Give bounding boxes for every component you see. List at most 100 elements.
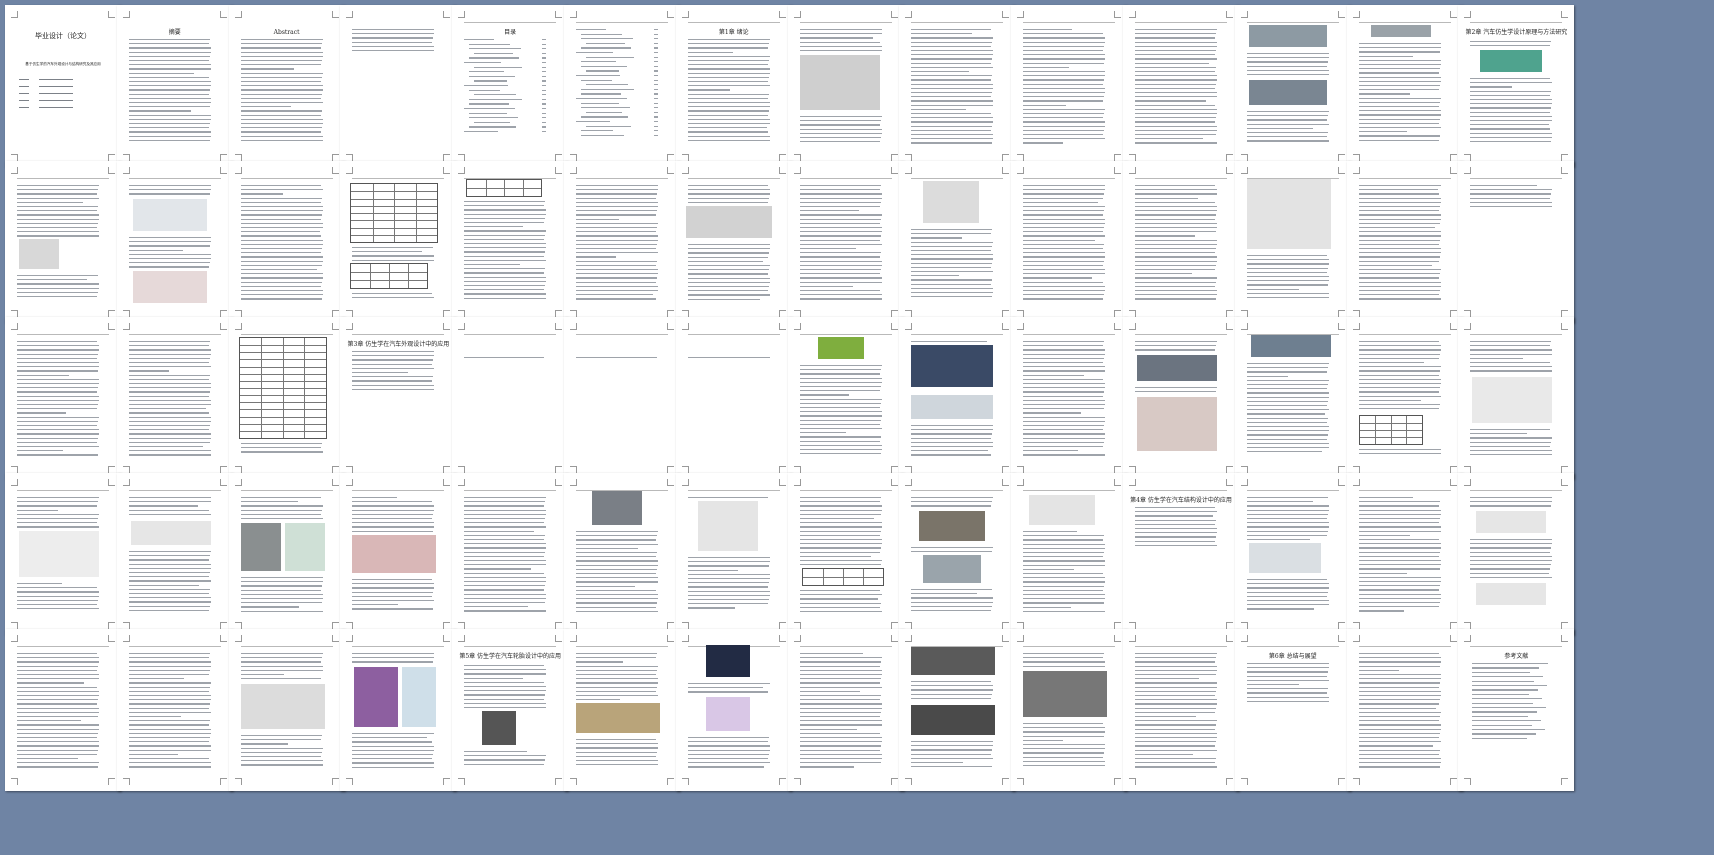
page-thumbnail[interactable]: [452, 473, 569, 635]
page-thumbnail[interactable]: [675, 629, 792, 791]
page-thumbnail[interactable]: [787, 161, 904, 323]
page-thumbnail[interactable]: [340, 161, 457, 323]
page-thumbnail[interactable]: [564, 473, 680, 635]
page-thumbnail[interactable]: [787, 473, 904, 635]
text-line: [17, 657, 99, 659]
text-line: [654, 61, 658, 63]
page-thumbnail[interactable]: [564, 5, 680, 167]
page-thumbnail[interactable]: [116, 317, 233, 479]
text-line: [17, 193, 97, 195]
page-thumbnail[interactable]: [452, 317, 569, 479]
text-line: [17, 231, 99, 233]
page-thumbnail[interactable]: 第3章 仿生学在汽车外观设计中的应用: [340, 317, 457, 479]
page-thumbnail[interactable]: 第4章 仿生学在汽车结构设计中的应用: [1123, 473, 1239, 635]
page-thumbnail[interactable]: [5, 317, 121, 479]
page-thumbnail[interactable]: [1458, 161, 1575, 323]
page-thumbnail[interactable]: [899, 161, 1016, 323]
page-thumbnail[interactable]: [675, 161, 792, 323]
page-thumbnail[interactable]: 目录: [452, 5, 569, 167]
page-thumbnail[interactable]: [228, 629, 345, 791]
page-thumbnail[interactable]: [340, 629, 457, 791]
page-thumbnail[interactable]: [116, 473, 233, 635]
page-thumbnail[interactable]: [899, 317, 1016, 479]
text-line: [464, 501, 546, 503]
text-line: [1358, 72, 1439, 74]
page-thumbnail[interactable]: 第5章 仿生学在汽车轮胎设计中的应用: [452, 629, 569, 791]
text-line: [799, 695, 881, 697]
crop-mark: [346, 466, 354, 473]
page-thumbnail[interactable]: [1011, 161, 1128, 323]
page-thumbnail[interactable]: 第6章 总结与展望: [1234, 629, 1351, 791]
page-thumbnail[interactable]: [1011, 629, 1128, 791]
page-thumbnail[interactable]: [564, 317, 680, 479]
page-thumbnail[interactable]: [564, 629, 680, 791]
page-thumbnail[interactable]: [787, 5, 904, 167]
page-thumbnail[interactable]: 参考文献: [1458, 629, 1575, 791]
page-thumbnail[interactable]: [1346, 629, 1463, 791]
page-thumbnail[interactable]: 第2章 汽车仿生学设计原理与方法研究: [1458, 5, 1575, 167]
page-header-rule: [1358, 490, 1451, 491]
text-line: [911, 262, 993, 264]
page-thumbnail[interactable]: [5, 473, 121, 635]
page-thumbnail[interactable]: [899, 473, 1016, 635]
page-thumbnail[interactable]: [564, 161, 680, 323]
page-thumbnail[interactable]: 第1章 绪论: [675, 5, 792, 167]
text-line: [911, 83, 994, 85]
text-line: [352, 505, 435, 507]
text-line: [240, 497, 321, 499]
crop-mark: [1561, 479, 1569, 486]
page-thumbnail[interactable]: [1234, 5, 1351, 167]
page-thumbnail[interactable]: [228, 473, 345, 635]
page-thumbnail[interactable]: [899, 5, 1016, 167]
page-thumbnail[interactable]: [787, 629, 904, 791]
text-line: [576, 189, 658, 191]
page-thumbnail[interactable]: [1011, 5, 1128, 167]
page-thumbnail[interactable]: [116, 629, 233, 791]
text-line: [1358, 85, 1440, 87]
text-line: [128, 601, 211, 603]
section-title: 第4章 仿生学在汽车结构设计中的应用: [1130, 497, 1232, 504]
text-line: [687, 569, 738, 571]
page-thumbnail[interactable]: [5, 161, 121, 323]
crop-mark: [570, 479, 577, 486]
page-thumbnail[interactable]: [340, 5, 457, 167]
page-thumbnail[interactable]: [228, 161, 345, 323]
page-thumbnail[interactable]: [1234, 161, 1351, 323]
crop-mark: [219, 622, 227, 629]
page-thumbnail[interactable]: [1123, 629, 1239, 791]
page-thumbnail[interactable]: 摘要: [116, 5, 233, 167]
page-thumbnail[interactable]: [1234, 473, 1351, 635]
page-thumbnail[interactable]: [1458, 473, 1575, 635]
page-thumbnail[interactable]: [1458, 317, 1575, 479]
text-line: [911, 100, 994, 102]
text-line: [240, 593, 323, 596]
page-thumbnail[interactable]: [899, 629, 1016, 791]
page-thumbnail[interactable]: [5, 629, 121, 791]
page-thumbnail[interactable]: [1123, 161, 1239, 323]
page-thumbnail[interactable]: [1234, 317, 1351, 479]
page-thumbnail[interactable]: [1346, 473, 1463, 635]
page-thumbnail[interactable]: [1346, 161, 1463, 323]
page-thumbnail[interactable]: [1011, 317, 1128, 479]
page-thumbnail[interactable]: [1011, 473, 1128, 635]
text-line: [799, 653, 863, 655]
page-thumbnail[interactable]: [1346, 317, 1463, 479]
page-thumbnail[interactable]: [1123, 5, 1239, 167]
text-line: [799, 252, 881, 254]
text-line: [1358, 357, 1439, 360]
crop-mark: [793, 635, 801, 642]
page-thumbnail[interactable]: [675, 317, 792, 479]
page-thumbnail[interactable]: [1123, 317, 1239, 479]
text-line: [464, 681, 545, 684]
page-thumbnail[interactable]: [1346, 5, 1463, 167]
page-thumbnail[interactable]: 毕业设计（论文） 基于仿生学的汽车外观设计与结构研究及其应用: [5, 5, 121, 167]
text-line: [799, 285, 853, 288]
page-thumbnail[interactable]: Abstract: [228, 5, 345, 167]
page-thumbnail[interactable]: [116, 161, 233, 323]
page-thumbnail[interactable]: [787, 317, 904, 479]
page-thumbnail[interactable]: [340, 473, 457, 635]
text-line: [1023, 260, 1105, 262]
page-thumbnail[interactable]: [452, 161, 569, 323]
page-thumbnail[interactable]: [228, 317, 345, 479]
page-thumbnail[interactable]: [675, 473, 792, 635]
